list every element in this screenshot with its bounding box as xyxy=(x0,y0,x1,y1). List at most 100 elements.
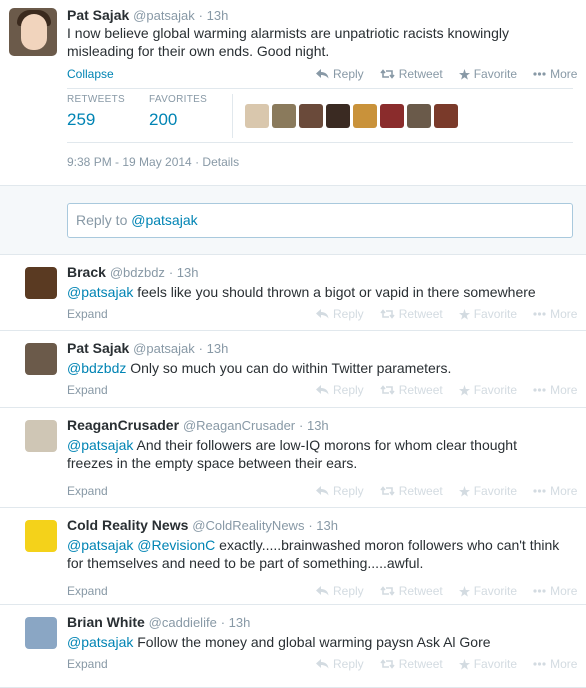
favorite-button[interactable]: Favorite xyxy=(458,383,518,397)
tweet-text-line-2: for themselves and need to be part of so… xyxy=(67,555,424,571)
expand-link[interactable]: Expand xyxy=(67,657,108,671)
favorite-button[interactable]: Favorite xyxy=(458,67,517,81)
mention-link[interactable]: @patsajak xyxy=(67,437,133,453)
favoriter-avatar[interactable] xyxy=(326,104,350,128)
favoriter-avatar[interactable] xyxy=(299,104,323,128)
tweet-actions: Reply Retweet Favorite More xyxy=(300,657,577,671)
retweet-icon xyxy=(380,309,395,319)
more-button[interactable]: More xyxy=(533,484,577,498)
favorite-label: Favorite xyxy=(473,383,518,397)
tweet-text-line-2: freezes in the empty space between their… xyxy=(67,455,358,471)
author-handle[interactable]: @bdzbdz xyxy=(110,265,165,280)
author-name[interactable]: Pat Sajak xyxy=(67,7,129,23)
expand-link[interactable]: Expand xyxy=(67,584,108,598)
favorites-stat[interactable]: FAVORITES 200 xyxy=(149,94,231,138)
tweet-header: Pat Sajak @patsajak · 13h xyxy=(67,340,228,356)
reply-button[interactable]: Reply xyxy=(316,307,364,321)
more-button[interactable]: More xyxy=(533,584,577,598)
tweet-body: Only so much you can do within Twitter p… xyxy=(126,360,452,376)
author-handle[interactable]: @patsajak xyxy=(133,341,195,356)
mention-link-2[interactable]: @RevisionC xyxy=(137,537,215,553)
author-name[interactable]: Pat Sajak xyxy=(67,340,129,356)
reply-tweet[interactable]: ReaganCrusader @ReaganCrusader · 13h @pat… xyxy=(0,408,586,508)
mention-link[interactable]: @bdzbdz xyxy=(67,360,126,376)
reply-input[interactable]: Reply to @patsajak xyxy=(67,203,573,238)
tweet-header: Pat Sajak @patsajak · 13h xyxy=(67,7,228,23)
favoriter-avatar[interactable] xyxy=(380,104,404,128)
retweet-button[interactable]: Retweet xyxy=(380,584,443,598)
more-dots-icon xyxy=(533,489,546,493)
more-button[interactable]: More xyxy=(533,307,577,321)
tweet-time[interactable]: · 13h xyxy=(221,615,251,630)
retweet-icon xyxy=(380,659,395,669)
tweet-actions: Reply Retweet Favorite More xyxy=(300,584,577,598)
author-name[interactable]: ReaganCrusader xyxy=(67,417,179,433)
favoriter-avatar[interactable] xyxy=(353,104,377,128)
favoriter-avatar[interactable] xyxy=(407,104,431,128)
reply-button[interactable]: Reply xyxy=(316,484,364,498)
tweet-time[interactable]: · 13h xyxy=(308,518,338,533)
avatar[interactable] xyxy=(25,520,57,552)
author-handle[interactable]: @patsajak xyxy=(133,8,195,23)
author-handle[interactable]: @ReaganCrusader xyxy=(183,418,295,433)
star-icon xyxy=(458,585,470,597)
reply-button[interactable]: Reply xyxy=(316,584,364,598)
reply-button[interactable]: Reply xyxy=(316,383,364,397)
more-dots-icon xyxy=(533,589,546,593)
avatar[interactable] xyxy=(25,267,57,299)
more-label: More xyxy=(550,484,578,498)
reply-button[interactable]: Reply xyxy=(316,67,364,81)
reply-tweet[interactable]: Cold Reality News @ColdRealityNews · 13h… xyxy=(0,508,586,605)
avatar[interactable] xyxy=(9,8,57,56)
collapse-link[interactable]: Collapse xyxy=(67,67,114,81)
more-button[interactable]: More xyxy=(533,383,577,397)
reply-button[interactable]: Reply xyxy=(316,657,364,671)
expand-link[interactable]: Expand xyxy=(67,484,108,498)
favoriter-avatar[interactable] xyxy=(434,104,458,128)
retweet-button[interactable]: Retweet xyxy=(380,383,443,397)
more-button[interactable]: More xyxy=(533,657,577,671)
author-name[interactable]: Brack xyxy=(67,264,106,280)
reply-tweet[interactable]: Pat Sajak @patsajak · 13h @bdzbdz Only so… xyxy=(0,331,586,408)
star-icon xyxy=(458,658,470,670)
mention-link[interactable]: @patsajak xyxy=(67,284,133,300)
avatar[interactable] xyxy=(25,420,57,452)
tweet-time[interactable]: · 13h xyxy=(299,418,329,433)
avatar[interactable] xyxy=(25,343,57,375)
retweets-count: 259 xyxy=(67,110,96,129)
avatar[interactable] xyxy=(25,617,57,649)
favorite-button[interactable]: Favorite xyxy=(458,584,517,598)
star-icon xyxy=(458,68,470,80)
tweet-timestamp[interactable]: 9:38 PM - 19 May 2014 xyxy=(67,155,192,169)
retweets-stat[interactable]: RETWEETS 259 xyxy=(67,94,149,138)
author-name[interactable]: Brian White xyxy=(67,614,145,630)
tweet-time[interactable]: · 13h xyxy=(199,341,229,356)
retweet-button[interactable]: Retweet xyxy=(380,67,443,81)
retweet-button[interactable]: Retweet xyxy=(380,657,443,671)
retweet-button[interactable]: Retweet xyxy=(380,484,443,498)
expand-link[interactable]: Expand xyxy=(67,307,108,321)
retweet-icon xyxy=(380,586,395,596)
mention-link[interactable]: @patsajak xyxy=(67,537,133,553)
reply-tweet[interactable]: Brian White @caddielife · 13h @patsajak F… xyxy=(0,605,586,688)
author-handle[interactable]: @ColdRealityNews xyxy=(192,518,304,533)
mention-link[interactable]: @patsajak xyxy=(67,634,133,650)
tweet-text-line: @patsajak Follow the money and global wa… xyxy=(67,633,577,651)
more-dots-icon xyxy=(533,312,546,316)
favorite-button[interactable]: Favorite xyxy=(458,657,517,671)
favorite-button[interactable]: Favorite xyxy=(458,307,517,321)
author-handle[interactable]: @caddielife xyxy=(149,615,217,630)
expand-link[interactable]: Expand xyxy=(67,383,108,397)
tweet-time[interactable]: · 13h xyxy=(169,265,199,280)
more-button[interactable]: More xyxy=(533,67,577,81)
more-label: More xyxy=(550,307,578,321)
author-name[interactable]: Cold Reality News xyxy=(67,517,188,533)
retweet-button[interactable]: Retweet xyxy=(380,307,443,321)
details-link[interactable]: Details xyxy=(202,155,239,169)
favoriter-avatar[interactable] xyxy=(245,104,269,128)
favorite-button[interactable]: Favorite xyxy=(458,484,517,498)
tweet-time[interactable]: · 13h xyxy=(199,8,229,23)
retweet-label: Retweet xyxy=(398,383,443,397)
favoriter-avatar[interactable] xyxy=(272,104,296,128)
reply-tweet[interactable]: Brack @bdzbdz · 13h @patsajak feels like … xyxy=(0,255,586,331)
